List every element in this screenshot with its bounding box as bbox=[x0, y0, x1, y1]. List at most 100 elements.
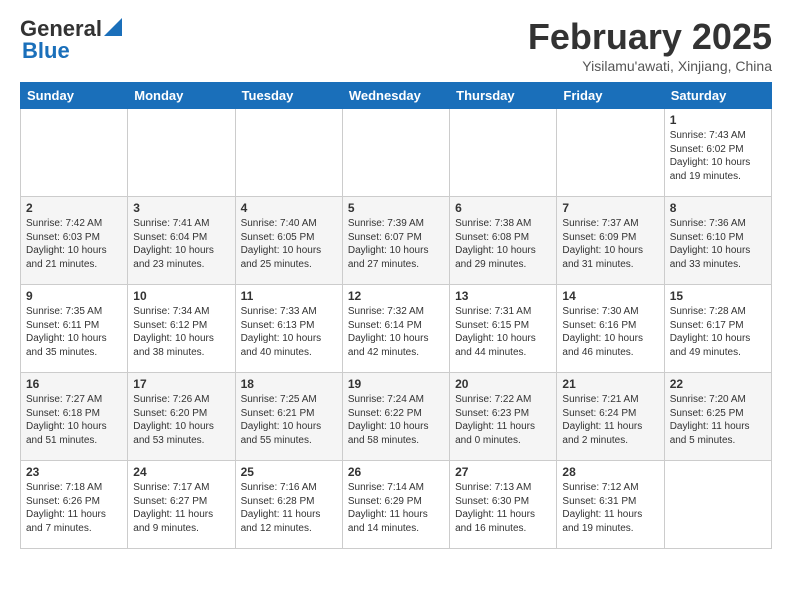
title-section: February 2025 Yisilamu'awati, Xinjiang, … bbox=[528, 16, 772, 74]
calendar-day-cell: 12 Sunrise: 7:32 AM Sunset: 6:14 PM Dayli… bbox=[342, 285, 449, 373]
day-info: Sunrise: 7:17 AM Sunset: 6:27 PM Dayligh… bbox=[133, 481, 229, 535]
day-info: Sunrise: 7:21 AM Sunset: 6:24 PM Dayligh… bbox=[562, 393, 658, 447]
day-info: Sunrise: 7:35 AM Sunset: 6:11 PM Dayligh… bbox=[26, 305, 122, 359]
day-info: Sunrise: 7:16 AM Sunset: 6:28 PM Dayligh… bbox=[241, 481, 337, 535]
day-number: 19 bbox=[348, 377, 444, 391]
calendar-day-cell: 24 Sunrise: 7:17 AM Sunset: 6:27 PM Dayli… bbox=[128, 461, 235, 549]
calendar-table: SundayMondayTuesdayWednesdayThursdayFrid… bbox=[20, 82, 772, 549]
day-info: Sunrise: 7:34 AM Sunset: 6:12 PM Dayligh… bbox=[133, 305, 229, 359]
day-info: Sunrise: 7:20 AM Sunset: 6:25 PM Dayligh… bbox=[670, 393, 766, 447]
logo: General Blue bbox=[20, 16, 122, 64]
day-number: 1 bbox=[670, 113, 766, 127]
day-info: Sunrise: 7:14 AM Sunset: 6:29 PM Dayligh… bbox=[348, 481, 444, 535]
day-number: 12 bbox=[348, 289, 444, 303]
day-number: 26 bbox=[348, 465, 444, 479]
calendar-week-row: 2Sunrise: 7:42 AM Sunset: 6:03 PM Daylig… bbox=[21, 197, 772, 285]
calendar-day-cell: 22 Sunrise: 7:20 AM Sunset: 6:25 PM Dayli… bbox=[664, 373, 771, 461]
calendar-day-cell: 19 Sunrise: 7:24 AM Sunset: 6:22 PM Dayli… bbox=[342, 373, 449, 461]
day-info: Sunrise: 7:13 AM Sunset: 6:30 PM Dayligh… bbox=[455, 481, 551, 535]
day-number: 27 bbox=[455, 465, 551, 479]
day-info: Sunrise: 7:18 AM Sunset: 6:26 PM Dayligh… bbox=[26, 481, 122, 535]
day-info: Sunrise: 7:24 AM Sunset: 6:22 PM Dayligh… bbox=[348, 393, 444, 447]
calendar-day-cell: 6 Sunrise: 7:38 AM Sunset: 6:08 PM Daylig… bbox=[450, 197, 557, 285]
day-info: Sunrise: 7:25 AM Sunset: 6:21 PM Dayligh… bbox=[241, 393, 337, 447]
weekday-header-friday: Friday bbox=[557, 83, 664, 109]
day-number: 28 bbox=[562, 465, 658, 479]
weekday-header-monday: Monday bbox=[128, 83, 235, 109]
day-info: Sunrise: 7:28 AM Sunset: 6:17 PM Dayligh… bbox=[670, 305, 766, 359]
day-number: 6 bbox=[455, 201, 551, 215]
day-number: 3 bbox=[133, 201, 229, 215]
day-info: Sunrise: 7:43 AM Sunset: 6:02 PM Dayligh… bbox=[670, 129, 766, 183]
calendar-day-cell: 15 Sunrise: 7:28 AM Sunset: 6:17 PM Dayli… bbox=[664, 285, 771, 373]
calendar-day-cell: 9 Sunrise: 7:35 AM Sunset: 6:11 PM Daylig… bbox=[21, 285, 128, 373]
day-number: 9 bbox=[26, 289, 122, 303]
day-info: Sunrise: 7:33 AM Sunset: 6:13 PM Dayligh… bbox=[241, 305, 337, 359]
day-number: 5 bbox=[348, 201, 444, 215]
day-number: 8 bbox=[670, 201, 766, 215]
day-info: Sunrise: 7:40 AM Sunset: 6:05 PM Dayligh… bbox=[241, 217, 337, 271]
day-info: Sunrise: 7:41 AM Sunset: 6:04 PM Dayligh… bbox=[133, 217, 229, 271]
day-info: Sunrise: 7:31 AM Sunset: 6:15 PM Dayligh… bbox=[455, 305, 551, 359]
day-number: 13 bbox=[455, 289, 551, 303]
calendar-day-cell: 7Sunrise: 7:37 AM Sunset: 6:09 PM Daylig… bbox=[557, 197, 664, 285]
location-subtitle: Yisilamu'awati, Xinjiang, China bbox=[528, 58, 772, 74]
day-number: 17 bbox=[133, 377, 229, 391]
calendar-week-row: 9 Sunrise: 7:35 AM Sunset: 6:11 PM Daylig… bbox=[21, 285, 772, 373]
weekday-header-tuesday: Tuesday bbox=[235, 83, 342, 109]
calendar-day-cell bbox=[342, 109, 449, 197]
weekday-header-sunday: Sunday bbox=[21, 83, 128, 109]
month-title: February 2025 bbox=[528, 16, 772, 58]
weekday-header-thursday: Thursday bbox=[450, 83, 557, 109]
weekday-header-wednesday: Wednesday bbox=[342, 83, 449, 109]
day-number: 22 bbox=[670, 377, 766, 391]
calendar-day-cell bbox=[664, 461, 771, 549]
calendar-day-cell: 18Sunrise: 7:25 AM Sunset: 6:21 PM Dayli… bbox=[235, 373, 342, 461]
calendar-week-row: 23 Sunrise: 7:18 AM Sunset: 6:26 PM Dayli… bbox=[21, 461, 772, 549]
calendar-day-cell: 3 Sunrise: 7:41 AM Sunset: 6:04 PM Daylig… bbox=[128, 197, 235, 285]
day-info: Sunrise: 7:26 AM Sunset: 6:20 PM Dayligh… bbox=[133, 393, 229, 447]
calendar-day-cell bbox=[128, 109, 235, 197]
day-info: Sunrise: 7:27 AM Sunset: 6:18 PM Dayligh… bbox=[26, 393, 122, 447]
calendar-day-cell: 28 Sunrise: 7:12 AM Sunset: 6:31 PM Dayli… bbox=[557, 461, 664, 549]
day-number: 24 bbox=[133, 465, 229, 479]
day-info: Sunrise: 7:38 AM Sunset: 6:08 PM Dayligh… bbox=[455, 217, 551, 271]
calendar-day-cell: 16 Sunrise: 7:27 AM Sunset: 6:18 PM Dayli… bbox=[21, 373, 128, 461]
calendar-day-cell bbox=[450, 109, 557, 197]
calendar-week-row: 16 Sunrise: 7:27 AM Sunset: 6:18 PM Dayli… bbox=[21, 373, 772, 461]
day-info: Sunrise: 7:12 AM Sunset: 6:31 PM Dayligh… bbox=[562, 481, 658, 535]
calendar-day-cell: 13 Sunrise: 7:31 AM Sunset: 6:15 PM Dayli… bbox=[450, 285, 557, 373]
calendar-day-cell bbox=[21, 109, 128, 197]
day-info: Sunrise: 7:36 AM Sunset: 6:10 PM Dayligh… bbox=[670, 217, 766, 271]
day-number: 23 bbox=[26, 465, 122, 479]
weekday-header-row: SundayMondayTuesdayWednesdayThursdayFrid… bbox=[21, 83, 772, 109]
day-number: 4 bbox=[241, 201, 337, 215]
day-number: 15 bbox=[670, 289, 766, 303]
day-info: Sunrise: 7:22 AM Sunset: 6:23 PM Dayligh… bbox=[455, 393, 551, 447]
calendar-day-cell: 10 Sunrise: 7:34 AM Sunset: 6:12 PM Dayli… bbox=[128, 285, 235, 373]
day-number: 21 bbox=[562, 377, 658, 391]
calendar-day-cell: 5Sunrise: 7:39 AM Sunset: 6:07 PM Daylig… bbox=[342, 197, 449, 285]
day-number: 7 bbox=[562, 201, 658, 215]
calendar-day-cell: 27 Sunrise: 7:13 AM Sunset: 6:30 PM Dayli… bbox=[450, 461, 557, 549]
calendar-day-cell: 14Sunrise: 7:30 AM Sunset: 6:16 PM Dayli… bbox=[557, 285, 664, 373]
calendar-day-cell: 26 Sunrise: 7:14 AM Sunset: 6:29 PM Dayli… bbox=[342, 461, 449, 549]
day-number: 2 bbox=[26, 201, 122, 215]
calendar-day-cell: 2Sunrise: 7:42 AM Sunset: 6:03 PM Daylig… bbox=[21, 197, 128, 285]
calendar-day-cell bbox=[235, 109, 342, 197]
calendar-day-cell: 1 Sunrise: 7:43 AM Sunset: 6:02 PM Daylig… bbox=[664, 109, 771, 197]
day-info: Sunrise: 7:30 AM Sunset: 6:16 PM Dayligh… bbox=[562, 305, 658, 359]
page-header: General Blue February 2025 Yisilamu'awat… bbox=[20, 16, 772, 74]
day-info: Sunrise: 7:32 AM Sunset: 6:14 PM Dayligh… bbox=[348, 305, 444, 359]
calendar-day-cell: 21 Sunrise: 7:21 AM Sunset: 6:24 PM Dayli… bbox=[557, 373, 664, 461]
logo-blue-text: Blue bbox=[22, 38, 70, 63]
day-number: 10 bbox=[133, 289, 229, 303]
calendar-day-cell: 4 Sunrise: 7:40 AM Sunset: 6:05 PM Daylig… bbox=[235, 197, 342, 285]
day-number: 16 bbox=[26, 377, 122, 391]
calendar-day-cell: 25 Sunrise: 7:16 AM Sunset: 6:28 PM Dayli… bbox=[235, 461, 342, 549]
day-number: 25 bbox=[241, 465, 337, 479]
calendar-day-cell: 8 Sunrise: 7:36 AM Sunset: 6:10 PM Daylig… bbox=[664, 197, 771, 285]
calendar-day-cell: 11Sunrise: 7:33 AM Sunset: 6:13 PM Dayli… bbox=[235, 285, 342, 373]
day-number: 20 bbox=[455, 377, 551, 391]
calendar-day-cell: 20 Sunrise: 7:22 AM Sunset: 6:23 PM Dayli… bbox=[450, 373, 557, 461]
